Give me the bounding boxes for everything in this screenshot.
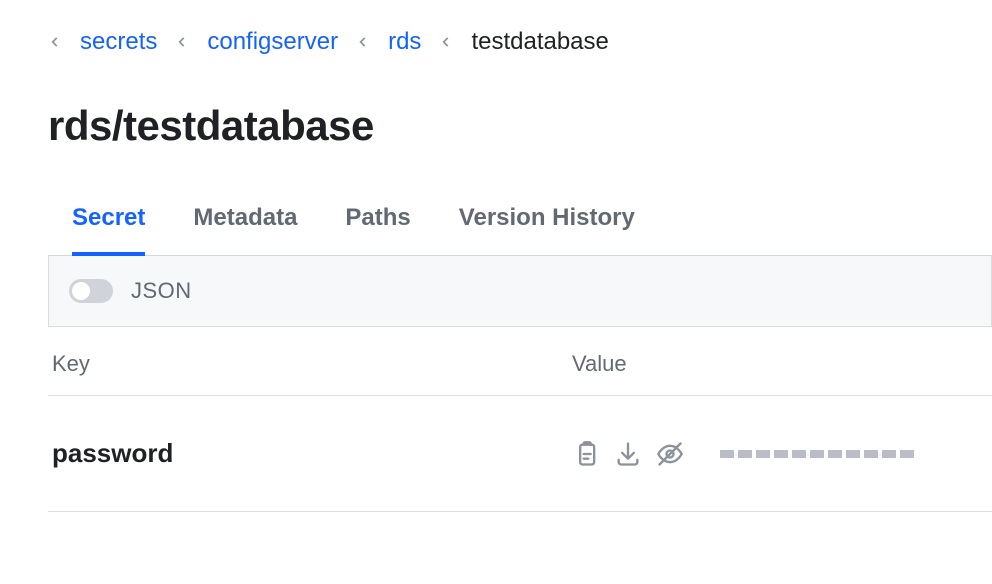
kv-row: password [48,396,992,512]
chevron-left-icon [356,32,370,52]
breadcrumb-current: testdatabase [471,28,608,56]
chevron-left-icon [48,32,62,52]
toggle-knob [72,282,90,300]
chevron-left-icon [175,32,189,52]
json-toggle-bar: JSON [48,256,992,327]
chevron-left-icon [439,32,453,52]
download-icon[interactable] [614,440,642,468]
kv-value-cell [572,440,914,468]
page-title: rds/testdatabase [48,102,992,150]
breadcrumb: secrets configserver rds testdatabase [48,28,992,56]
tab-paths[interactable]: Paths [345,204,410,256]
breadcrumb-secrets[interactable]: secrets [80,28,157,56]
tabs: Secret Metadata Paths Version History [48,204,992,256]
breadcrumb-configserver[interactable]: configserver [207,28,338,56]
kv-header-value: Value [572,351,627,377]
clipboard-icon[interactable] [572,440,600,468]
json-toggle-label: JSON [131,278,192,304]
eye-off-icon[interactable] [656,440,684,468]
kv-key: password [52,438,572,469]
json-toggle[interactable] [69,279,113,303]
tab-version-history[interactable]: Version History [459,204,635,256]
tab-secret[interactable]: Secret [72,204,145,256]
breadcrumb-rds[interactable]: rds [388,28,421,56]
kv-header-row: Key Value [48,327,992,396]
kv-header-key: Key [52,351,572,377]
masked-value [720,450,914,458]
tab-metadata[interactable]: Metadata [193,204,297,256]
